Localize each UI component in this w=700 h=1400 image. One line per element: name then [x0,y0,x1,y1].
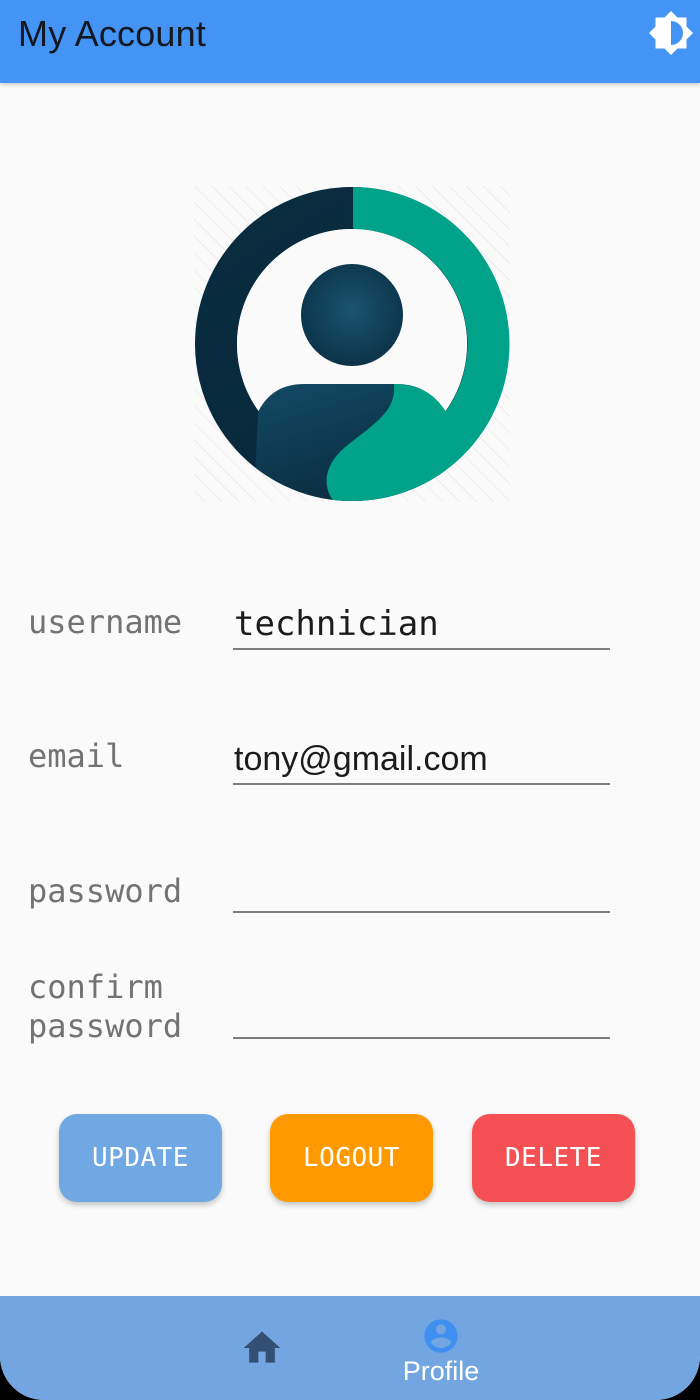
bottom-navigation: Profile [0,1296,700,1400]
email-label: email [28,737,125,775]
confirm-password-input[interactable] [233,989,610,1039]
brightness-icon[interactable] [648,10,694,56]
user-avatar-icon [194,186,510,502]
email-input[interactable] [233,735,610,785]
nav-item-home[interactable] [240,1326,284,1370]
avatar [194,186,510,502]
username-input[interactable] [233,600,610,650]
app-bar: My Account [0,0,700,83]
nav-item-profile-label: Profile [402,1356,480,1386]
confirm-password-label-line2: password [28,1007,183,1045]
page-title: My Account [18,13,207,54]
delete-button[interactable]: DELETE [472,1114,635,1202]
username-label: username [28,603,183,641]
confirm-password-label: confirm password [28,968,182,1046]
password-label: password [28,872,183,910]
profile-icon [424,1319,458,1353]
nav-item-profile[interactable]: Profile [398,1316,484,1386]
password-input[interactable] [233,863,610,913]
home-icon [243,1331,281,1363]
account-screen: My Account username technician email ton… [0,0,700,1400]
logout-button[interactable]: LOGOUT [270,1114,433,1202]
confirm-password-label-line1: confirm [28,968,163,1006]
update-button[interactable]: UPDATE [59,1114,222,1202]
